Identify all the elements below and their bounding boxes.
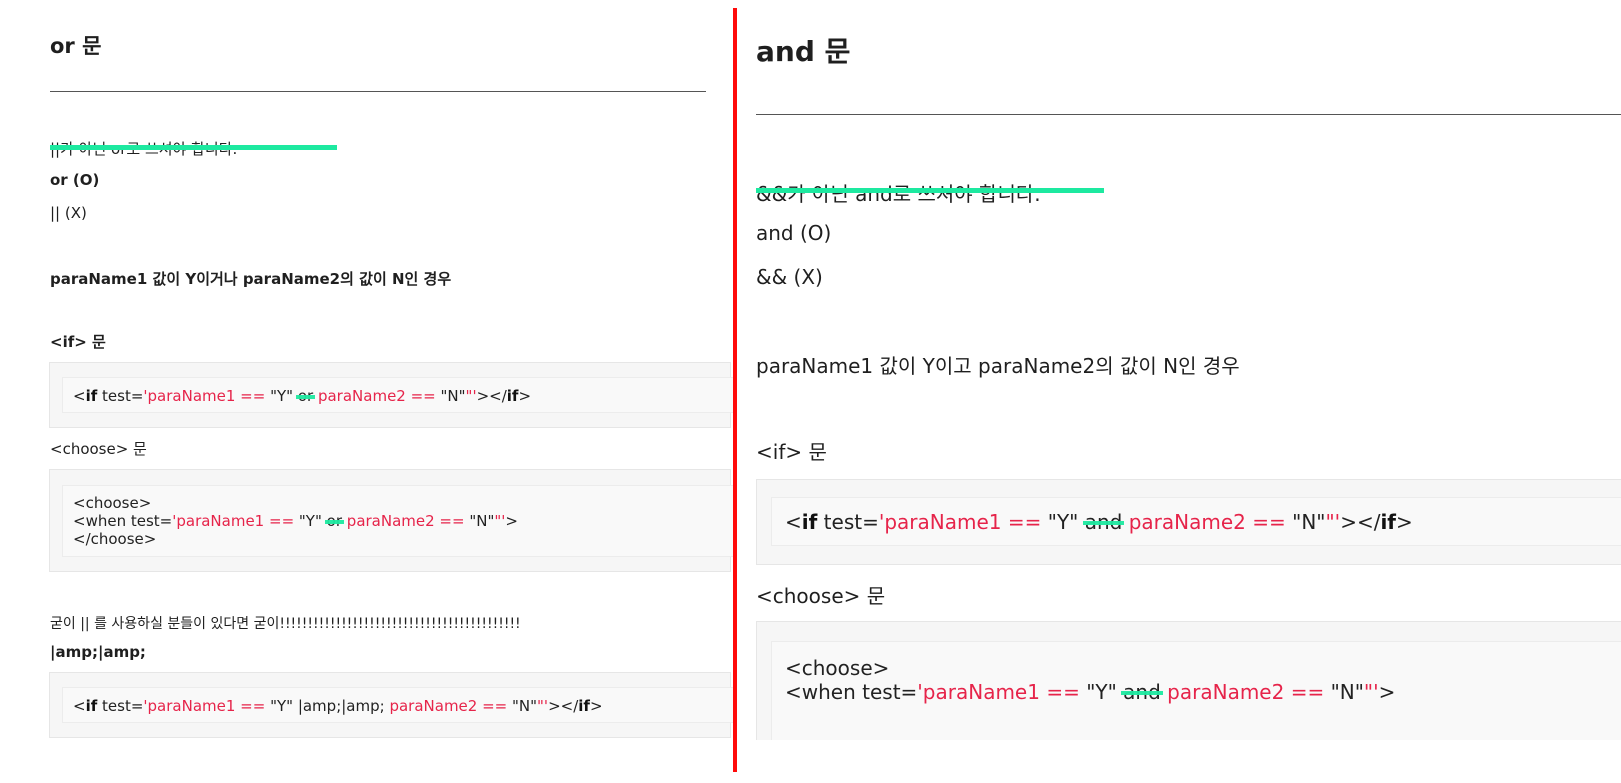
- wrong-usage: && (X): [756, 265, 823, 289]
- code-token: "N": [440, 387, 466, 405]
- highlighter-mark: [756, 188, 1104, 193]
- code-token: >: [1396, 510, 1413, 534]
- code-token: ></: [1340, 510, 1381, 534]
- amp-code-line: <if test='paraName1 == "Y" |amp;|amp; pa…: [73, 697, 603, 715]
- code-string: "': [465, 387, 477, 405]
- code-keyword: if: [506, 387, 519, 405]
- code-token: "Y": [270, 387, 294, 405]
- code-string: "': [494, 512, 506, 530]
- code-string: paraName1 ==: [176, 512, 299, 530]
- section-title-and: and 문: [756, 35, 851, 68]
- note-highlight-and: &&가 아닌 and로 쓰셔야 합니다.: [756, 178, 1104, 207]
- code-token: >: [1378, 680, 1396, 704]
- correct-usage: or (O): [50, 171, 100, 189]
- choose-heading: <choose> 문: [50, 440, 147, 458]
- note-text: &&가 아닌 and로 쓰셔야 합니다.: [756, 182, 1041, 206]
- choose-code-line-2: <when test='paraName1 == "Y" or paraName…: [73, 512, 518, 530]
- choose-code-line-1: <choose>: [73, 494, 152, 512]
- code-string: paraName1 ==: [884, 510, 1048, 534]
- code-keyword: if: [1380, 510, 1397, 534]
- code-string: "': [537, 697, 549, 715]
- if-code-line: <if test='paraName1 == "Y" or paraName2 …: [73, 387, 531, 405]
- title-rule: [756, 114, 1621, 115]
- amp-code-block: <if test='paraName1 == "Y" |amp;|amp; pa…: [49, 672, 734, 738]
- code-operator: |amp;|amp;: [293, 697, 390, 715]
- code-string: paraName1 ==: [922, 680, 1087, 704]
- code-keyword: if: [578, 697, 590, 715]
- choose-code-block: <choose> <when test='paraName1 == "Y" or…: [49, 469, 734, 572]
- case-description: paraName1 값이 Y이거나 paraName2의 값이 N인 경우: [50, 270, 452, 288]
- if-code-line: <if test='paraName1 == "Y" and paraName2…: [785, 510, 1413, 534]
- choose-heading: <choose> 문: [756, 584, 886, 608]
- code-token: "N": [469, 512, 495, 530]
- code-token: <: [73, 387, 86, 405]
- code-string: paraName1 ==: [147, 387, 271, 405]
- code-token: >: [505, 512, 518, 530]
- code-token: >: [589, 697, 603, 715]
- code-token: <: [785, 510, 802, 534]
- case-description: paraName1 값이 Y이고 paraName2의 값이 N인 경우: [756, 354, 1240, 378]
- struck-operator: and: [1121, 680, 1163, 704]
- title-rule: [50, 91, 706, 92]
- code-token: <when test=: [73, 512, 173, 530]
- code-string: paraName2 ==: [346, 512, 470, 530]
- code-token: "Y": [270, 697, 294, 715]
- correct-usage: and (O): [756, 221, 832, 245]
- if-code-block: <if test='paraName1 == "Y" and paraName2…: [756, 479, 1621, 565]
- if-code-block: <if test='paraName1 == "Y" or paraName2 …: [49, 362, 734, 428]
- struck-operator: or: [324, 512, 345, 530]
- code-token: "N": [512, 697, 538, 715]
- left-screenshot-panel: or 문 ||가 아닌 or로 쓰셔야 합니다. or (O) || (X) p…: [0, 0, 735, 783]
- code-keyword: if: [85, 697, 98, 715]
- code-string: paraName2 ==: [1128, 510, 1293, 534]
- code-token: "N": [1330, 680, 1364, 704]
- code-string: paraName2 ==: [389, 697, 512, 715]
- code-token: <: [73, 697, 86, 715]
- code-string: paraName1 ==: [147, 697, 271, 715]
- code-token: <when test=: [785, 680, 918, 704]
- code-token: ></: [548, 697, 579, 715]
- wrong-usage: || (X): [50, 204, 87, 222]
- note-highlight-or: ||가 아닌 or로 쓰셔야 합니다.: [50, 138, 337, 159]
- choose-code-line-3: </choose>: [73, 530, 157, 548]
- code-keyword: if: [801, 510, 818, 534]
- section-title-or: or 문: [50, 34, 102, 58]
- code-token: test=: [97, 697, 144, 715]
- code-token: test=: [97, 387, 144, 405]
- highlighter-mark: [50, 145, 337, 150]
- struck-operator: and: [1082, 510, 1125, 534]
- if-heading: <if> 문: [756, 440, 827, 464]
- code-token: "Y": [298, 512, 322, 530]
- code-string: paraName2 ==: [317, 387, 441, 405]
- code-token: "Y": [1086, 680, 1117, 704]
- remark-text: 굳이 || 를 사용하실 분들이 있다면 굳이!!!!!!!!!!!!!!!!!…: [50, 616, 521, 632]
- code-string: "': [1325, 510, 1341, 534]
- code-token: test=: [817, 510, 879, 534]
- choose-code-line-2: <when test='paraName1 == "Y" and paraNam…: [785, 680, 1395, 704]
- code-token: "N": [1292, 510, 1326, 534]
- choose-code-block: <choose> <when test='paraName1 == "Y" an…: [756, 621, 1621, 740]
- code-token: ></: [476, 387, 507, 405]
- choose-code-line-1: <choose>: [785, 656, 890, 680]
- struck-operator: or: [295, 387, 316, 405]
- code-token: >: [518, 387, 532, 405]
- amp-escape-text: |amp;|amp;: [50, 643, 146, 661]
- code-string: "': [1363, 680, 1379, 704]
- code-keyword: if: [85, 387, 98, 405]
- if-heading: <if> 문: [50, 333, 106, 351]
- code-string: paraName2 ==: [1167, 680, 1331, 704]
- code-token: "Y": [1047, 510, 1079, 534]
- right-screenshot-panel: and 문 &&가 아닌 and로 쓰셔야 합니다. and (O) && (X…: [740, 0, 1621, 740]
- red-divider-line: [733, 8, 737, 772]
